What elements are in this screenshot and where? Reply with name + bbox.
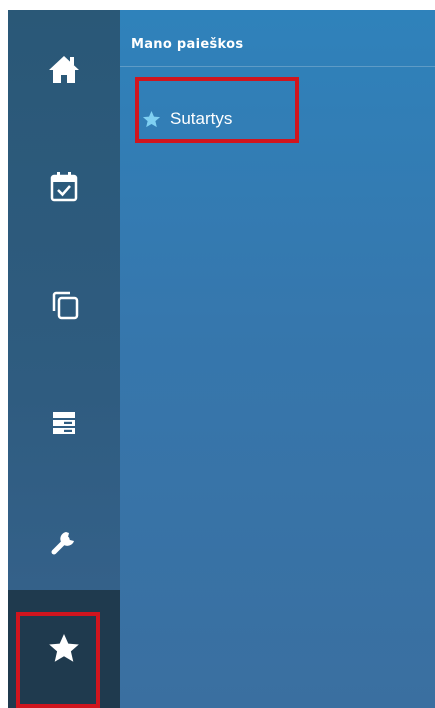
star-icon [142,110,161,129]
star-icon [49,634,79,662]
saved-search-item[interactable]: Sutartys [142,96,232,142]
app-window: Mano paieškos Sutartys [0,0,435,708]
copy-icon [52,291,79,320]
home-icon [49,56,79,83]
sidebar-item-servers[interactable] [8,364,120,482]
favorites-panel: Mano paieškos Sutartys [120,10,435,708]
saved-search-label: Sutartys [170,109,233,128]
sidebar-item-home[interactable] [8,10,120,128]
calendar-check-icon [50,172,78,202]
sidebar-item-calendar[interactable] [8,128,120,246]
sidebar-item-favorites[interactable] [8,590,120,708]
panel-title: Mano paieškos [131,37,244,52]
wrench-icon [51,532,74,555]
sidebar-item-copy[interactable] [8,246,120,364]
sidebar-item-tools[interactable] [8,482,120,600]
sidebar [8,10,120,708]
server-list-icon [53,412,75,434]
panel-divider [120,66,435,67]
